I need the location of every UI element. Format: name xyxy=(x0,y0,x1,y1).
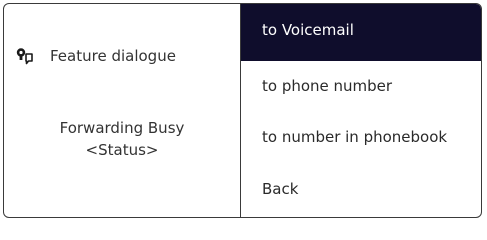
forwarding-status: Forwarding Busy <Status> xyxy=(4,117,240,161)
dialog-title: Feature dialogue xyxy=(50,47,176,65)
forwarding-options-menu: to Voicemail to phone number to number i… xyxy=(241,4,481,217)
status-line-feature: Forwarding Busy xyxy=(59,119,185,137)
menu-item-to-phone-number[interactable]: to phone number xyxy=(241,61,481,111)
menu-item-to-voicemail[interactable]: to Voicemail xyxy=(241,4,481,61)
menu-item-back[interactable]: Back xyxy=(241,163,481,215)
phone-feature-dialog: Feature dialogue Forwarding Busy <Status… xyxy=(3,3,482,218)
dialog-info-pane: Feature dialogue Forwarding Busy <Status… xyxy=(4,4,240,217)
feature-dialog-icon xyxy=(14,46,34,66)
menu-item-to-number-in-phonebook[interactable]: to number in phonebook xyxy=(241,111,481,163)
dialog-header: Feature dialogue xyxy=(14,45,176,67)
status-line-value: <Status> xyxy=(85,141,159,159)
